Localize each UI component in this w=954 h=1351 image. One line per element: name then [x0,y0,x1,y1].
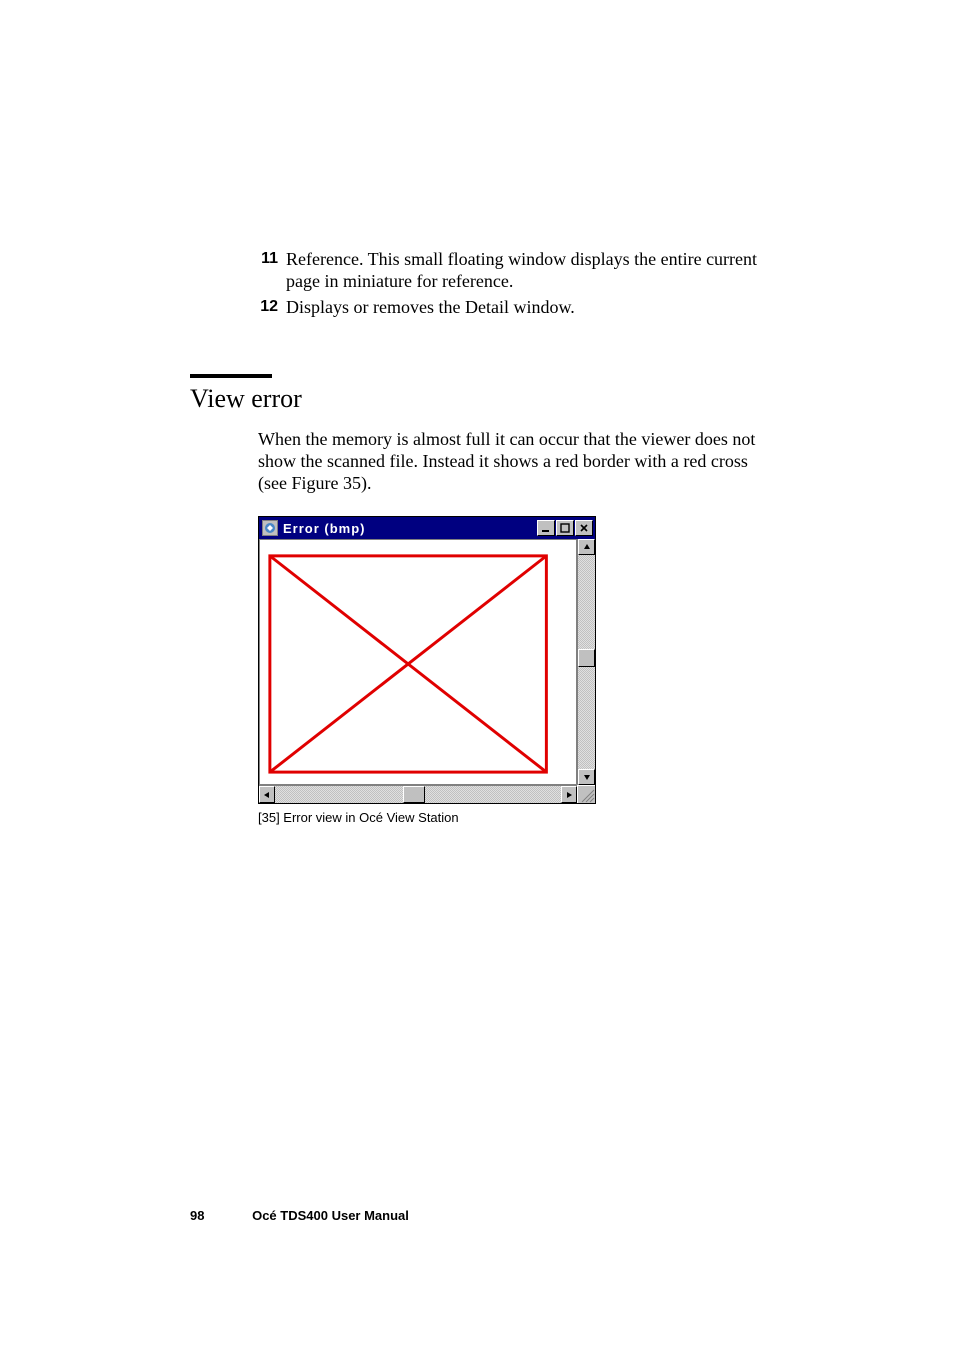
error-canvas [259,539,577,785]
vertical-scrollbar[interactable] [577,539,595,785]
list-text: Displays or removes the Detail window. [286,296,575,318]
scroll-right-button[interactable] [561,786,577,803]
window-controls [537,520,593,536]
vertical-scroll-track[interactable] [578,555,595,769]
vertical-scroll-thumb[interactable] [578,649,595,667]
figure-caption: [35] Error view in Océ View Station [258,810,596,825]
titlebar[interactable]: Error (bmp) [259,517,595,539]
horizontal-scroll-thumb[interactable] [403,786,425,803]
list-item: 12 Displays or removes the Detail window… [250,296,764,318]
list-number: 11 [250,248,278,270]
section-rule [190,374,272,378]
numbered-list: 11 Reference. This small floating window… [250,248,764,318]
list-item: 11 Reference. This small floating window… [250,248,764,292]
scroll-up-button[interactable] [578,539,595,555]
page-footer: 98 Océ TDS400 User Manual [190,1208,409,1223]
footer-title: Océ TDS400 User Manual [252,1208,409,1223]
app-icon [262,520,278,536]
body-paragraph: When the memory is almost full it can oc… [258,428,764,494]
bottom-scroll-row [259,785,595,803]
page-number: 98 [190,1208,204,1223]
horizontal-scroll-track[interactable] [275,786,561,803]
close-button[interactable] [575,520,593,536]
resize-grip[interactable] [577,785,595,803]
scroll-left-button[interactable] [259,786,275,803]
list-number: 12 [250,296,278,318]
window-title: Error (bmp) [283,521,537,536]
section-heading: View error [190,384,764,414]
scroll-down-button[interactable] [578,769,595,785]
window: Error (bmp) [258,516,596,804]
figure-error-window: Error (bmp) [258,516,596,825]
minimize-button[interactable] [537,520,555,536]
list-text: Reference. This small floating window di… [286,248,764,292]
maximize-button[interactable] [556,520,574,536]
content-area [259,539,595,785]
horizontal-scrollbar[interactable] [259,785,577,803]
red-cross-icon [260,540,576,784]
